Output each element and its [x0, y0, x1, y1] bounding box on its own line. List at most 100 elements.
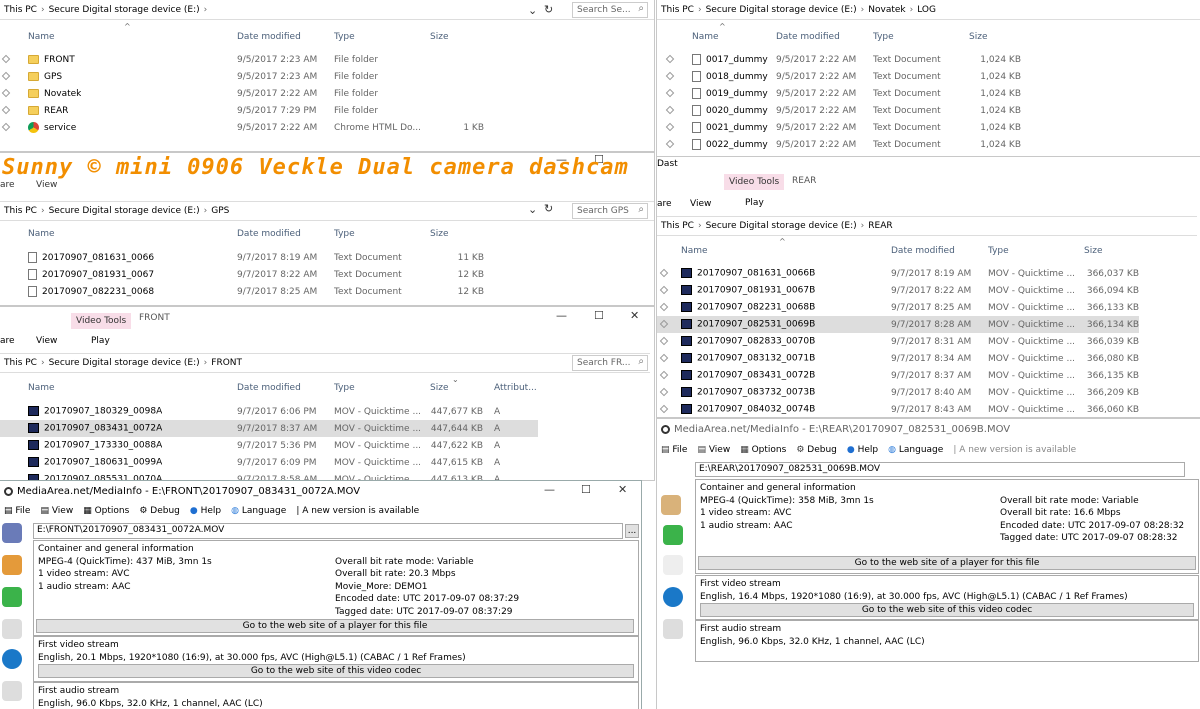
column-size[interactable]: Size [430, 383, 448, 393]
address-segment[interactable]: Secure Digital storage device (E:) [49, 5, 200, 15]
address-segment[interactable]: This PC [4, 5, 37, 15]
file-name[interactable]: 0021_dummy [692, 122, 768, 133]
info-view-icon[interactable] [2, 587, 22, 607]
file-name[interactable]: 20170907_180631_0099A [28, 457, 162, 468]
column-type[interactable]: Type [334, 32, 355, 42]
file-row[interactable]: 0018_dummy 9/5/2017 2:22 AM Text Document 1… [657, 68, 1197, 85]
file-name[interactable]: 20170907_081631_0066 [28, 252, 154, 263]
search-input[interactable]: Search Se... [572, 2, 648, 18]
file-path-field[interactable]: E:\FRONT\20170907_083431_0072A.MOV [33, 523, 623, 539]
file-row[interactable]: 20170907_083732_0073B 9/7/2017 8:40 AM MOV… [657, 384, 1139, 401]
info-view-icon[interactable] [663, 525, 683, 545]
info-icon[interactable] [663, 587, 683, 607]
new-version-notice[interactable]: | A new version is available [953, 445, 1076, 455]
column-type[interactable]: Type [988, 246, 1009, 256]
file-row[interactable]: 0021_dummy 9/5/2017 2:22 AM Text Document 1… [657, 119, 1197, 136]
file-row[interactable]: 20170907_081631_0066B 9/7/2017 8:19 AM MOV… [657, 265, 1139, 282]
address-segment[interactable]: Secure Digital storage device (E:) [49, 206, 200, 216]
column-size[interactable]: Size [969, 32, 987, 42]
address-segment[interactable]: LOG [917, 5, 936, 15]
file-row[interactable]: 20170907_082231_0068 9/7/2017 8:25 AM Text… [0, 283, 640, 300]
file-name[interactable]: 20170907_081631_0066B [681, 268, 815, 279]
file-name[interactable]: 20170907_083431_0072A [28, 423, 162, 434]
file-row[interactable]: 20170907_081631_0066 9/7/2017 8:19 AM Text… [0, 249, 640, 266]
file-name[interactable]: 0022_dummy [692, 139, 768, 150]
file-row[interactable]: REAR 9/5/2017 7:29 PM File folder [0, 102, 640, 119]
address-bar[interactable]: This PC › Secure Digital storage device (… [657, 0, 1200, 20]
file-name[interactable]: 20170907_180329_0098A [28, 406, 162, 417]
player-website-button[interactable]: Go to the web site of a player for this … [698, 556, 1196, 570]
file-row[interactable]: 20170907_082531_0069B 9/7/2017 8:28 AM MOV… [657, 316, 1139, 333]
file-row[interactable]: 20170907_180329_0098A 9/7/2017 6:06 PM MOV… [0, 403, 538, 420]
file-row[interactable]: 20170907_081931_0067B 9/7/2017 8:22 AM MOV… [657, 282, 1139, 299]
file-name[interactable]: 0018_dummy [692, 71, 768, 82]
dropdown-arrow-icon[interactable]: ⌄ [528, 203, 537, 216]
column-type[interactable]: Type [334, 229, 355, 239]
tab-share[interactable]: are [0, 336, 15, 346]
file-row[interactable]: 20170907_083431_0072A 9/7/2017 8:37 AM MOV… [0, 420, 538, 437]
close-button[interactable]: ✕ [630, 309, 639, 322]
menu-options[interactable]: ▦ Options [83, 506, 129, 516]
address-segment[interactable]: This PC [661, 5, 694, 15]
address-segment[interactable]: Secure Digital storage device (E:) [706, 5, 857, 15]
file-row[interactable]: 20170907_081931_0067 9/7/2017 8:22 AM Text… [0, 266, 640, 283]
file-row[interactable]: 20170907_180631_0099A 9/7/2017 6:09 PM MOV… [0, 454, 538, 471]
column-date[interactable]: Date modified [776, 32, 840, 42]
file-row[interactable]: GPS 9/5/2017 2:23 AM File folder [0, 68, 640, 85]
file-name[interactable]: GPS [28, 71, 62, 82]
maximize-button[interactable]: ☐ [594, 309, 604, 322]
address-segment[interactable]: Secure Digital storage device (E:) [49, 358, 200, 368]
column-date[interactable]: Date modified [237, 32, 301, 42]
file-row[interactable]: 0017_dummy 9/5/2017 2:22 AM Text Document 1… [657, 51, 1197, 68]
file-name[interactable]: 20170907_082531_0069B [681, 319, 815, 330]
file-name[interactable]: 20170907_083732_0073B [681, 387, 815, 398]
dropdown-arrow-icon[interactable]: ⌄ [528, 4, 537, 17]
file-row[interactable]: Novatek 9/5/2017 2:22 AM File folder [0, 85, 640, 102]
easy-view-icon[interactable] [2, 555, 22, 575]
file-row[interactable]: 20170907_084032_0074B 9/7/2017 8:43 AM MOV… [657, 401, 1139, 417]
menu-file[interactable]: ▤ File [661, 445, 687, 455]
maximize-button[interactable]: ☐ [581, 483, 591, 496]
column-date[interactable]: Date modified [891, 246, 955, 256]
file-name[interactable]: 20170907_081931_0067 [28, 269, 154, 280]
file-name[interactable]: 20170907_173330_0088A [28, 440, 162, 451]
column-type[interactable]: Type [334, 383, 355, 393]
column-name[interactable]: Name [681, 246, 708, 256]
minimize-button[interactable]: — [544, 483, 555, 496]
info-icon[interactable] [2, 649, 22, 669]
menu-help[interactable]: ● Help [190, 506, 221, 516]
address-segment[interactable]: Novatek [868, 5, 905, 15]
codec-website-button[interactable]: Go to the web site of this video codec [700, 603, 1194, 617]
address-segment[interactable]: GPS [211, 206, 229, 216]
menu-debug[interactable]: ⚙ Debug [139, 506, 180, 516]
refresh-icon[interactable]: ↻ [544, 3, 553, 16]
column-attributes[interactable]: Attribut... [494, 383, 537, 393]
file-row[interactable]: 20170907_083431_0072B 9/7/2017 8:37 AM MOV… [657, 367, 1139, 384]
search-input[interactable]: Search FR... [572, 355, 648, 371]
menu-help[interactable]: ● Help [847, 445, 878, 455]
tab-view[interactable]: View [36, 336, 57, 346]
column-name[interactable]: Name [692, 32, 719, 42]
tab-share[interactable]: are [657, 199, 672, 209]
tree-view-icon[interactable] [2, 681, 22, 701]
file-row[interactable]: 0022_dummy 9/5/2017 2:22 AM Text Document 1… [657, 136, 1197, 153]
column-name[interactable]: Name [28, 383, 55, 393]
minimize-button[interactable]: — [556, 309, 567, 322]
address-segment[interactable]: This PC [4, 358, 37, 368]
about-icon[interactable] [663, 555, 683, 575]
address-segment[interactable]: REAR [868, 221, 892, 231]
file-name[interactable]: 20170907_083132_0071B [681, 353, 815, 364]
column-date[interactable]: Date modified [237, 383, 301, 393]
file-row[interactable]: 0019_dummy 9/5/2017 2:22 AM Text Document 1… [657, 85, 1197, 102]
view-sheet-icon[interactable] [2, 523, 22, 543]
menu-language[interactable]: ◍ Language [231, 506, 286, 516]
file-name[interactable]: FRONT [28, 54, 75, 65]
close-button[interactable]: ✕ [618, 483, 627, 496]
file-row[interactable]: FRONT 9/5/2017 2:23 AM File folder [0, 51, 640, 68]
new-version-notice[interactable]: | A new version is available [296, 506, 419, 516]
file-row[interactable]: 20170907_082833_0070B 9/7/2017 8:31 AM MOV… [657, 333, 1139, 350]
tab-view[interactable]: View [36, 180, 57, 190]
tools-icon[interactable] [2, 619, 22, 639]
tab-share[interactable]: are [0, 180, 15, 190]
file-name[interactable]: 20170907_082231_0068 [28, 286, 154, 297]
